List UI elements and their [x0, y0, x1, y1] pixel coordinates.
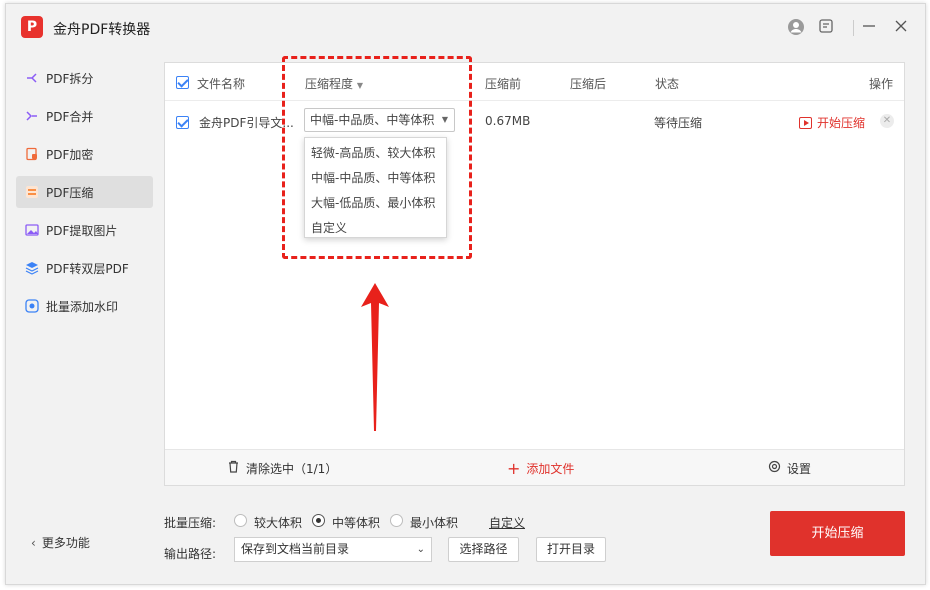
image-icon: [25, 223, 39, 237]
gear-icon: [768, 460, 781, 477]
sidebar-item-compress[interactable]: PDF压缩: [16, 176, 153, 208]
radio-label: 较大体积: [254, 516, 303, 530]
highlight-annotation-box: [282, 56, 472, 259]
sidebar-item-label: PDF合并: [46, 109, 94, 124]
radio-medium-size[interactable]: [312, 514, 325, 527]
row-checkbox[interactable]: [176, 116, 189, 129]
output-path-select[interactable]: 保存到文档当前目录 ⌄: [234, 537, 432, 562]
title-bar: P 金舟PDF转换器: [6, 4, 925, 52]
watermark-icon: [25, 299, 39, 313]
output-path-value: 保存到文档当前目录: [241, 542, 350, 556]
start-compress-button[interactable]: 开始压缩: [770, 511, 905, 556]
custom-link[interactable]: 自定义: [489, 514, 525, 531]
panel-footer: 清除选中（1/1） + 添加文件 设置: [165, 449, 904, 485]
compress-icon: [25, 185, 39, 199]
column-header-action: 操作: [869, 77, 894, 91]
more-features-link[interactable]: ‹ 更多功能: [31, 534, 90, 551]
row-start-compress-button[interactable]: 开始压缩: [799, 114, 865, 131]
sidebar-item-extract-images[interactable]: PDF提取图片: [16, 214, 153, 246]
table-header: 文件名称 压缩程度 ▼ 压缩前 压缩后 状态 操作: [165, 63, 904, 101]
output-path-label: 输出路径:: [164, 547, 217, 561]
sidebar: PDF拆分 PDF合并 PDF加密 PDF压缩 PDF提取图片 PDF转双层PD…: [16, 62, 153, 328]
sidebar-item-label: 批量添加水印: [46, 299, 119, 314]
layers-icon: [25, 261, 39, 275]
open-folder-button[interactable]: 打开目录: [536, 537, 606, 562]
file-name: 金舟PDF引导文...: [199, 116, 294, 130]
trash-icon: [227, 460, 240, 477]
status-text: 等待压缩: [654, 116, 703, 130]
merge-icon: [25, 109, 39, 123]
plus-icon: +: [507, 458, 521, 478]
split-icon: [25, 71, 39, 85]
sidebar-item-label: PDF提取图片: [46, 223, 118, 238]
remove-row-icon[interactable]: ✕: [880, 114, 894, 128]
app-title: 金舟PDF转换器: [53, 22, 151, 38]
chevron-down-icon: ⌄: [416, 544, 425, 555]
more-features-label: 更多功能: [41, 536, 90, 550]
sidebar-item-label: PDF拆分: [46, 71, 94, 86]
clear-selected-label: 清除选中（1/1）: [246, 462, 338, 476]
sidebar-item-label: PDF压缩: [46, 185, 94, 200]
arrow-up-annotation-icon: [361, 283, 389, 431]
column-header-status: 状态: [655, 77, 680, 91]
batch-compress-label: 批量压缩:: [164, 516, 217, 530]
batch-compress-row: 批量压缩: 较大体积 中等体积 最小体积 自定义: [164, 512, 564, 530]
settings-label: 设置: [787, 462, 812, 476]
minimize-icon[interactable]: [859, 18, 879, 38]
add-file-label: 添加文件: [526, 462, 575, 476]
close-icon[interactable]: [891, 18, 911, 38]
sidebar-item-label: PDF加密: [46, 147, 94, 162]
settings-button[interactable]: 设置: [768, 460, 811, 477]
size-before: 0.67MB: [485, 114, 531, 128]
radio-smallest-size[interactable]: [390, 514, 403, 527]
sidebar-item-merge[interactable]: PDF合并: [16, 100, 153, 132]
add-file-button[interactable]: + 添加文件: [507, 460, 574, 477]
user-icon[interactable]: [786, 18, 806, 38]
play-icon: [799, 116, 812, 129]
lock-icon: [25, 147, 39, 161]
app-logo-icon: P: [21, 16, 43, 38]
radio-label: 最小体积: [410, 516, 459, 530]
column-header-name: 文件名称: [197, 77, 246, 91]
chevron-left-icon: ‹: [31, 535, 36, 550]
clear-selected-button[interactable]: 清除选中（1/1）: [227, 460, 337, 477]
choose-path-button[interactable]: 选择路径: [448, 537, 519, 562]
sidebar-item-encrypt[interactable]: PDF加密: [16, 138, 153, 170]
sidebar-item-double-layer[interactable]: PDF转双层PDF: [16, 252, 153, 284]
sidebar-item-split[interactable]: PDF拆分: [16, 62, 153, 94]
radio-label: 中等体积: [332, 516, 381, 530]
sidebar-item-label: PDF转双层PDF: [46, 261, 129, 276]
file-list-panel: 文件名称 压缩程度 ▼ 压缩前 压缩后 状态 操作 金舟PDF引导文... 中幅…: [164, 62, 905, 486]
radio-large-size[interactable]: [234, 514, 247, 527]
column-header-before: 压缩前: [485, 77, 522, 91]
column-header-after: 压缩后: [570, 77, 607, 91]
select-all-checkbox[interactable]: [176, 76, 189, 89]
row-start-compress-label: 开始压缩: [817, 116, 866, 130]
titlebar-divider: [853, 20, 854, 36]
feedback-icon[interactable]: [816, 18, 836, 38]
sidebar-item-watermark[interactable]: 批量添加水印: [16, 290, 153, 322]
